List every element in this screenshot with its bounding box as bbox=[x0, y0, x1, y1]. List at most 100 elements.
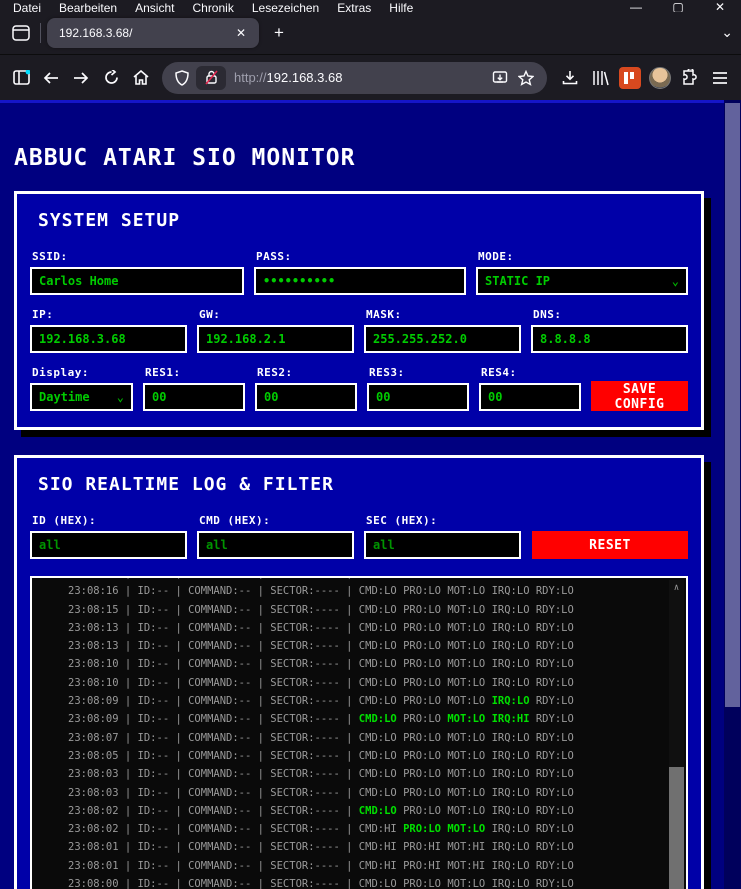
save-config-button[interactable]: SAVE CONFIG bbox=[591, 381, 688, 412]
dns-input[interactable] bbox=[531, 325, 688, 353]
menu-item-chronik[interactable]: Chronik bbox=[183, 1, 242, 12]
list-tabs-chevron-icon[interactable]: ⌄ bbox=[721, 24, 733, 41]
log-row: 23:08:13 | ID:-- | COMMAND:-- | SECTOR:-… bbox=[68, 621, 574, 634]
reset-button[interactable]: RESET bbox=[532, 531, 688, 559]
url-text: http://192.168.3.68 bbox=[234, 70, 487, 85]
maximize-button[interactable]: ▢ bbox=[657, 0, 699, 12]
menu-item-datei[interactable]: Datei bbox=[4, 1, 50, 12]
reload-icon[interactable] bbox=[96, 63, 126, 93]
profile-avatar[interactable] bbox=[645, 63, 675, 93]
shield-icon[interactable] bbox=[170, 63, 194, 93]
tab-separator bbox=[40, 23, 41, 43]
mask-label: MASK: bbox=[366, 308, 402, 321]
log-rows: 23:08:16 | ID:-- | COMMAND:-- | SECTOR:-… bbox=[32, 578, 686, 889]
new-tab-button[interactable]: + bbox=[265, 19, 293, 47]
res1-input[interactable] bbox=[143, 383, 245, 411]
filter-id-input[interactable] bbox=[30, 531, 187, 559]
log-row: 23:08:03 | ID:-- | COMMAND:-- | SECTOR:-… bbox=[68, 768, 574, 781]
tab-close-icon[interactable]: ✕ bbox=[231, 23, 251, 43]
log-row: 23:08:00 | ID:-- | COMMAND:-- | SECTOR:-… bbox=[68, 878, 574, 889]
url-bar[interactable]: http://192.168.3.68 bbox=[162, 61, 547, 94]
forward-icon[interactable] bbox=[66, 63, 96, 93]
home-icon[interactable] bbox=[126, 63, 156, 93]
tab-active[interactable]: 192.168.3.68/ ✕ bbox=[47, 18, 259, 48]
log-row: 23:08:10 | ID:-- | COMMAND:-- | SECTOR:-… bbox=[68, 658, 574, 671]
browser-chrome: Datei Bearbeiten Ansicht Chronik Lesezeichen… bbox=[0, 0, 741, 100]
menu-item-extras[interactable]: Extras bbox=[328, 1, 380, 12]
menu-item-hilfe[interactable]: Hilfe bbox=[380, 1, 422, 12]
res3-label: RES3: bbox=[369, 366, 405, 379]
system-setup-panel: SYSTEM SETUP SSID: PASS: MODE: STATIC IP… bbox=[14, 191, 704, 430]
sidebar-icon[interactable] bbox=[6, 63, 36, 93]
log-row: 23:08:09 | ID:-- | COMMAND:-- | SECTOR:-… bbox=[68, 713, 574, 726]
close-button[interactable]: ✕ bbox=[699, 0, 741, 12]
log-row: 23:08:15 | ID:-- | COMMAND:-- | SECTOR:-… bbox=[68, 603, 574, 616]
log-row: 23:08:02 | ID:-- | COMMAND:-- | SECTOR:-… bbox=[68, 804, 574, 817]
log-row: 23:08:02 | ID:-- | COMMAND:-- | SECTOR:-… bbox=[68, 823, 574, 836]
mode-label: MODE: bbox=[478, 250, 514, 263]
res3-input[interactable] bbox=[367, 383, 469, 411]
display-select[interactable]: Daytime ⌄ bbox=[30, 383, 133, 411]
ip-input[interactable] bbox=[30, 325, 187, 353]
extensions-puzzle-icon[interactable] bbox=[675, 63, 705, 93]
system-setup-heading: SYSTEM SETUP bbox=[38, 210, 181, 231]
mode-select-value: STATIC IP bbox=[485, 274, 551, 288]
menu-hamburger-icon[interactable] bbox=[705, 63, 735, 93]
bookmark-star-icon[interactable] bbox=[513, 63, 539, 93]
library-icon[interactable] bbox=[585, 63, 615, 93]
navigation-toolbar: http://192.168.3.68 bbox=[0, 55, 741, 100]
url-host: 192.168.3.68 bbox=[266, 70, 343, 85]
log-scrollbar[interactable]: ∧ bbox=[669, 580, 684, 889]
menu-bar: Datei Bearbeiten Ansicht Chronik Lesezeichen… bbox=[0, 0, 741, 12]
tab-bar: 192.168.3.68/ ✕ + ⌄ bbox=[0, 12, 741, 55]
filter-id-label: ID (HEX): bbox=[32, 514, 97, 527]
filter-sec-input[interactable] bbox=[364, 531, 521, 559]
tab-title: 192.168.3.68/ bbox=[59, 26, 133, 40]
page-content: ABBUC ATARI SIO MONITOR SYSTEM SETUP SSI… bbox=[0, 100, 741, 889]
back-icon[interactable] bbox=[36, 63, 66, 93]
mask-input[interactable] bbox=[364, 325, 521, 353]
mode-select[interactable]: STATIC IP ⌄ bbox=[476, 267, 688, 295]
sio-log-viewer[interactable]: 23:08:16 | ID:-- | COMMAND:-- | SECTOR:-… bbox=[30, 576, 688, 889]
res2-input[interactable] bbox=[255, 383, 357, 411]
page-title: ABBUC ATARI SIO MONITOR bbox=[14, 145, 356, 171]
ssid-label: SSID: bbox=[32, 250, 68, 263]
firefox-view-icon[interactable] bbox=[6, 19, 36, 47]
browser-page-scrollbar-thumb[interactable] bbox=[725, 103, 740, 707]
browser-page-scrollbar[interactable] bbox=[724, 100, 741, 889]
res1-label: RES1: bbox=[145, 366, 181, 379]
filter-cmd-label: CMD (HEX): bbox=[199, 514, 271, 527]
save-page-icon[interactable] bbox=[487, 63, 513, 93]
chevron-down-icon: ⌄ bbox=[671, 274, 679, 288]
scroll-up-arrow-icon[interactable]: ∧ bbox=[669, 580, 684, 596]
filter-cmd-input[interactable] bbox=[197, 531, 354, 559]
log-row: 23:08:10 | ID:-- | COMMAND:-- | SECTOR:-… bbox=[68, 676, 574, 689]
site-permissions-chip[interactable] bbox=[196, 65, 226, 90]
pass-input[interactable] bbox=[254, 267, 466, 295]
log-row: 23:08:03 | ID:-- | COMMAND:-- | SECTOR:-… bbox=[68, 786, 574, 799]
display-select-value: Daytime bbox=[39, 390, 90, 404]
ssid-input[interactable] bbox=[30, 267, 244, 295]
log-scrollbar-thumb[interactable] bbox=[669, 767, 684, 889]
ip-label: IP: bbox=[32, 308, 54, 321]
log-row: 23:08:01 | ID:-- | COMMAND:-- | SECTOR:-… bbox=[68, 841, 574, 854]
downloads-icon[interactable] bbox=[555, 63, 585, 93]
sio-log-heading: SIO REALTIME LOG & FILTER bbox=[38, 474, 334, 495]
menu-item-lesezeichen[interactable]: Lesezeichen bbox=[243, 1, 328, 12]
dns-label: DNS: bbox=[533, 308, 562, 321]
pass-label: PASS: bbox=[256, 250, 292, 263]
log-row: 23:08:16 | ID:-- | COMMAND:-- | SECTOR:-… bbox=[68, 585, 574, 598]
window-controls: — ▢ ✕ bbox=[615, 0, 741, 12]
menu-item-ansicht[interactable]: Ansicht bbox=[126, 1, 183, 12]
gw-input[interactable] bbox=[197, 325, 354, 353]
res4-label: RES4: bbox=[481, 366, 517, 379]
log-row: 23:08:07 | ID:-- | COMMAND:-- | SECTOR:-… bbox=[68, 731, 574, 744]
extension-orange-icon[interactable] bbox=[615, 63, 645, 93]
log-row: 23:08:09 | ID:-- | COMMAND:-- | SECTOR:-… bbox=[68, 695, 574, 708]
minimize-button[interactable]: — bbox=[615, 0, 657, 12]
gw-label: GW: bbox=[199, 308, 221, 321]
log-row: 23:08:01 | ID:-- | COMMAND:-- | SECTOR:-… bbox=[68, 859, 574, 872]
menu-item-bearbeiten[interactable]: Bearbeiten bbox=[50, 1, 126, 12]
chevron-down-icon: ⌄ bbox=[116, 390, 124, 404]
res4-input[interactable] bbox=[479, 383, 581, 411]
